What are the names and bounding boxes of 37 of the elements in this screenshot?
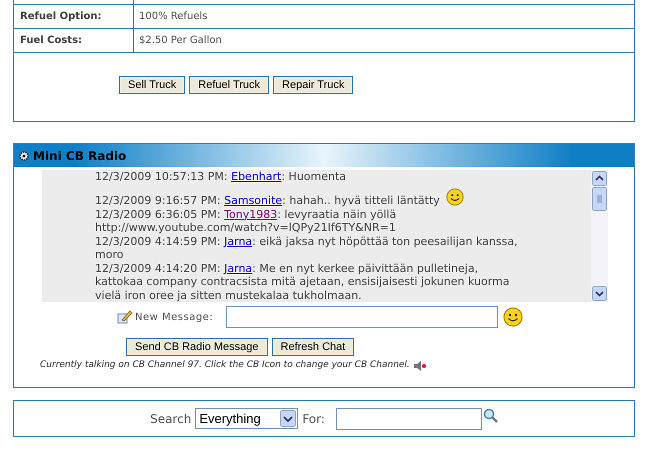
truck-action-button[interactable]: Sell Truck xyxy=(119,76,186,94)
message-input[interactable] xyxy=(226,306,498,328)
search-icon[interactable] xyxy=(482,408,498,423)
for-label: For: xyxy=(302,410,325,428)
truck-action-button[interactable]: Repair Truck xyxy=(273,76,354,94)
smiley-icon xyxy=(503,307,524,327)
speaker-icon[interactable] xyxy=(412,360,427,372)
chat-message: 12/3/2009 9:16:57 PM: Samsonite: hahah.. hyvä titteli läntätty xyxy=(95,194,440,208)
search-label: Search xyxy=(150,410,192,428)
search-input[interactable] xyxy=(336,408,482,430)
chat-button[interactable]: Send CB Radio Message xyxy=(126,338,268,356)
scroll-down-icon[interactable] xyxy=(592,286,607,301)
truck-action-button[interactable]: Refuel Truck xyxy=(189,76,270,94)
user-link[interactable]: Jarna xyxy=(224,262,252,274)
user-link[interactable]: Jarna xyxy=(224,234,252,248)
user-link[interactable]: Ebenhart xyxy=(231,170,282,183)
user-link[interactable]: Samsonite xyxy=(224,194,282,207)
grin-emoticon-icon xyxy=(446,188,464,206)
chat-button[interactable]: Refresh Chat xyxy=(272,338,354,356)
chat-message: 12/3/2009 6:36:05 PM: Tony1983: levyraatia näin yöllä http://www.youtube.com/watch?v=lQPy21If6TY&NR=1 xyxy=(95,208,398,234)
user-link[interactable]: Tony1983 xyxy=(224,208,278,220)
chat-message: 12/3/2009 4:14:59 PM: Jarna: eikä jaksa nyt höpöttää ton peesailijan kanssa, moro xyxy=(95,234,519,262)
field-value: $2.50 Per Gallon xyxy=(139,34,222,48)
scrollbar[interactable] xyxy=(591,170,608,302)
field-label: Fuel Costs: xyxy=(20,34,82,48)
scroll-up-icon[interactable] xyxy=(592,171,607,186)
channel-note: Currently talking on CB Channel 97. Click the CB Icon to change your CB Channel. xyxy=(40,359,410,372)
scroll-thumb-icon[interactable] xyxy=(592,187,607,211)
panel-title: Mini CB Radio xyxy=(33,148,126,164)
new-message-label: New Message: xyxy=(135,310,214,324)
field-value: 100% Refuels xyxy=(139,10,208,24)
chat-message: 12/3/2009 4:14:20 PM: Jarna: Me en nyt kerkee päivittään pulletineja, kattokaa company contracsista mitä ajetaan, ensisijaisesti jokunen kuorma vielä iron oree ja sitten mustekalaa tukholmaan. xyxy=(95,262,510,302)
category-select[interactable]: Everything xyxy=(195,408,298,429)
gear-icon xyxy=(19,150,29,160)
field-label: Refuel Option: xyxy=(20,10,102,24)
pencil-icon xyxy=(117,309,133,325)
chat-message: 12/3/2009 10:57:13 PM: Ebenhart: Huomenta xyxy=(95,170,346,184)
